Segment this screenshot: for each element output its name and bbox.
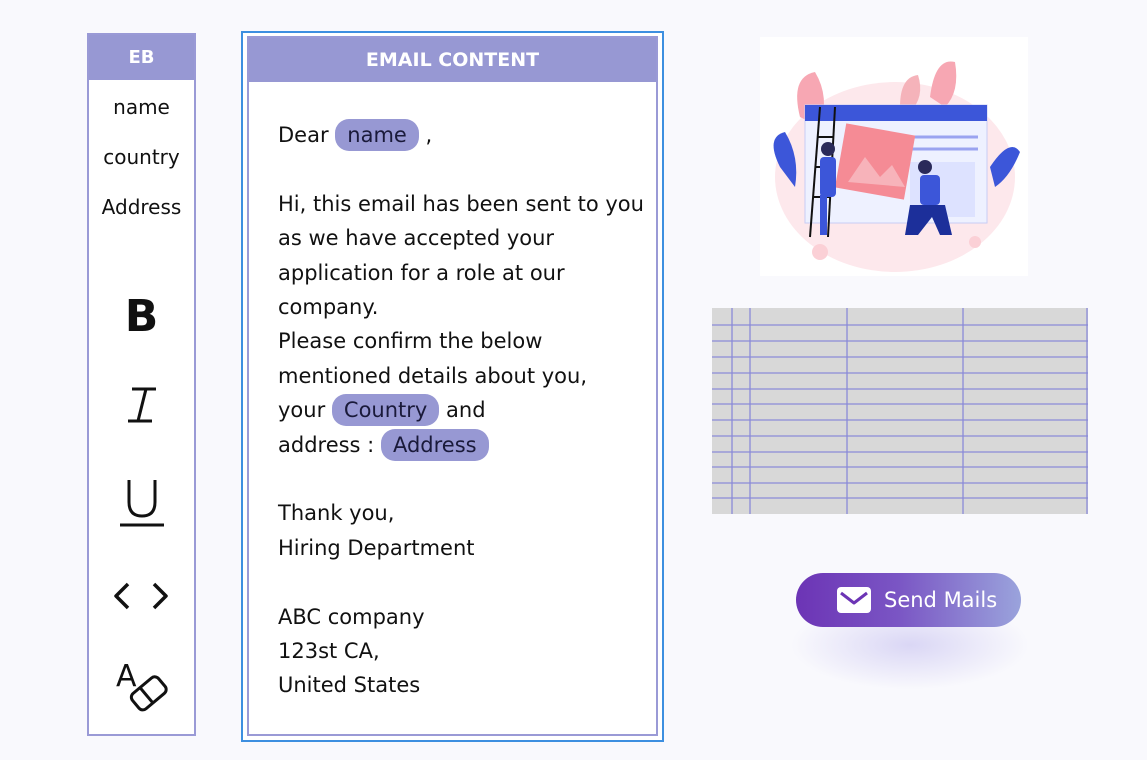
greeting-prefix: Dear: [278, 123, 329, 147]
email-editor[interactable]: EMAIL CONTENT Dear name , Hi, this email…: [241, 31, 664, 742]
signature-line: Hiring Department: [278, 535, 475, 560]
email-body[interactable]: Dear name , Hi, this email has been sent…: [278, 118, 658, 703]
closing-line: Thank you,: [278, 501, 395, 526]
greeting-line: Dear name ,: [278, 118, 658, 152]
address-text: address :: [278, 432, 375, 457]
underline-button[interactable]: [89, 476, 194, 532]
body-line: as we have accepted your: [278, 226, 555, 251]
greeting-suffix: ,: [425, 123, 433, 147]
illustration: [760, 37, 1028, 276]
address-line: address : Address: [278, 428, 658, 462]
code-button[interactable]: [89, 576, 194, 620]
country-name-line: United States: [278, 673, 421, 698]
body-line: application for a role at our: [278, 260, 565, 285]
email-frame: EMAIL CONTENT Dear name , Hi, this email…: [247, 36, 658, 736]
grid-lines: [712, 308, 1088, 514]
clear-format-icon: A: [116, 659, 168, 712]
street-line: 123st CA,: [278, 639, 380, 664]
variables-panel: EB name country Address B A: [87, 33, 196, 736]
underline-icon: [119, 480, 164, 527]
team-building-illustration: [773, 61, 1020, 272]
tag-name[interactable]: name: [335, 119, 419, 151]
panel-title: EB: [89, 35, 194, 80]
bold-button[interactable]: B: [89, 295, 194, 339]
code-icon: [113, 582, 168, 610]
your-text: your: [278, 398, 326, 423]
svg-text:A: A: [116, 659, 137, 694]
variable-country[interactable]: country: [89, 133, 194, 183]
clear-format-button[interactable]: A: [89, 658, 194, 722]
send-mails-button[interactable]: Send Mails: [796, 573, 1021, 627]
body-line: Please confirm the below: [278, 329, 543, 354]
send-mails-label: Send Mails: [884, 588, 998, 612]
italic-button[interactable]: [89, 383, 194, 431]
body-line: Hi, this email has been sent to you: [278, 191, 644, 216]
data-grid[interactable]: [712, 308, 1088, 514]
body-line: company.: [278, 295, 379, 320]
tag-address[interactable]: Address: [380, 428, 489, 461]
variable-address[interactable]: Address: [89, 183, 194, 233]
variable-name[interactable]: name: [89, 83, 194, 133]
and-text: and: [446, 398, 486, 423]
italic-icon: [127, 387, 156, 423]
email-title: EMAIL CONTENT: [249, 38, 656, 82]
envelope-icon: [837, 587, 871, 613]
country-line: your Country and: [278, 393, 658, 427]
tag-country[interactable]: Country: [331, 394, 440, 427]
company-line: ABC company: [278, 604, 425, 629]
body-line: mentioned details about you,: [278, 363, 588, 388]
